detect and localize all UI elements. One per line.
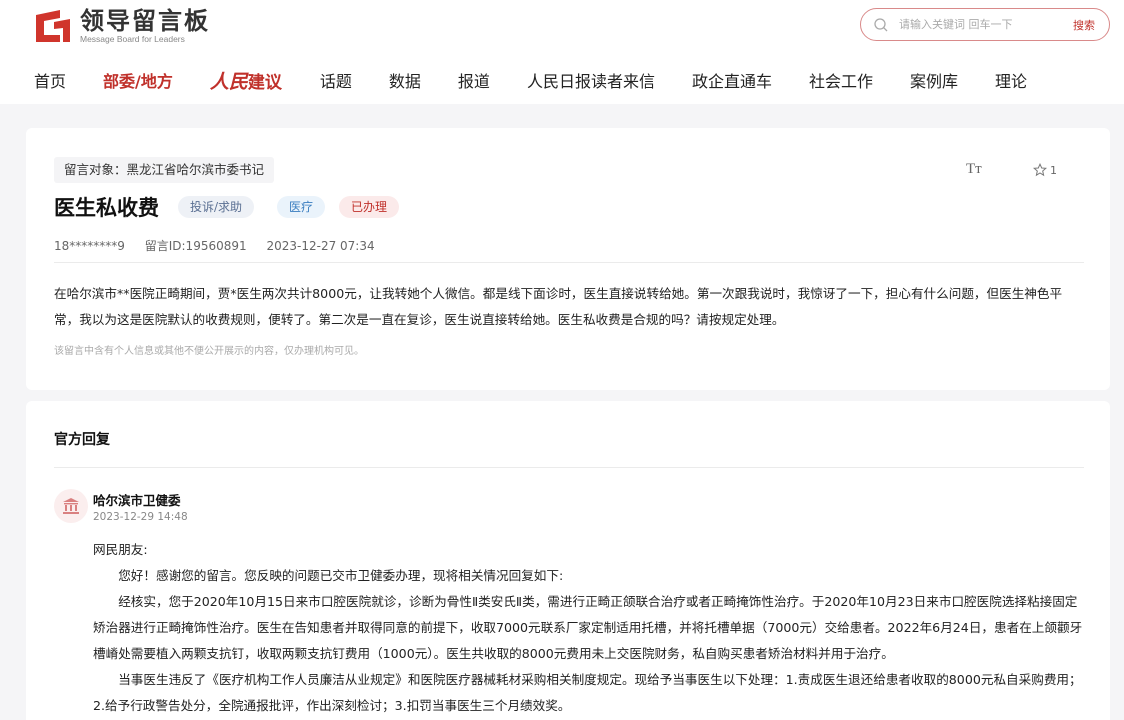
search-input[interactable] [899, 18, 1059, 31]
org-avatar [54, 489, 88, 523]
favorite-count: 1 [1050, 163, 1057, 177]
logo-subtitle: Message Board for Leaders [80, 34, 185, 44]
search-icon [874, 17, 888, 31]
nav-item-social-work[interactable]: 社会工作 [809, 68, 873, 92]
category-badge: 投诉/求助 [178, 196, 255, 218]
font-size-icon[interactable]: Tт [966, 161, 982, 178]
government-building-icon [63, 498, 79, 514]
search-button[interactable]: 搜索 [1073, 17, 1095, 33]
main-nav: 首页 部委/地方 人民建议 话题 数据 报道 人民日报读者来信 政企直通车 社会… [34, 66, 1027, 94]
nav-item-enterprise-express[interactable]: 政企直通车 [692, 68, 772, 92]
nav-item-people-suggestions-label: 建议 [247, 72, 282, 93]
message-id: 留言ID:19560891 [144, 239, 247, 253]
divider [54, 262, 1084, 263]
favorite-button[interactable]: 1 [1033, 163, 1057, 177]
nav-item-reports[interactable]: 报道 [458, 68, 490, 92]
nav-item-people-suggestions-script: 人民 [209, 70, 248, 93]
message-date: 2023-12-27 07:34 [266, 239, 375, 253]
domain-badge: 医疗 [277, 196, 326, 218]
message-meta: 18********9 留言ID:19560891 2023-12-27 07:… [54, 237, 391, 254]
nav-item-data[interactable]: 数据 [389, 68, 421, 92]
reply-paragraph: 当事医生违反了《医疗机构工作人员廉洁从业规定》和医院医疗器械耗材采购相关制度规定… [93, 672, 1082, 713]
nav-item-theory[interactable]: 理论 [995, 68, 1027, 92]
reply-time: 2023-12-29 14:48 [93, 511, 188, 523]
status-badge: 已办理 [339, 196, 400, 218]
star-icon [1033, 163, 1047, 177]
message-target: 留言对象：黑龙江省哈尔滨市委书记 [54, 157, 275, 183]
message-title: 医生私收费 [54, 196, 159, 220]
nav-item-case-library[interactable]: 案例库 [910, 68, 958, 92]
reply-paragraph: 经核实，您于2020年10月15日来市口腔医院就诊，诊断为骨性Ⅱ类安氏Ⅱ类，需进… [93, 594, 1083, 661]
nav-item-topics[interactable]: 话题 [320, 68, 352, 92]
message-card: 留言对象：黑龙江省哈尔滨市委书记 Tт 1 医生私收费 投诉/求助 医疗 已办理… [26, 128, 1110, 390]
logo-mark-icon [34, 9, 72, 43]
nav-item-ministries-local[interactable]: 部委/地方 [103, 68, 173, 92]
author-id: 18********9 [54, 239, 125, 253]
nav-item-people-suggestions[interactable]: 人民建议 [210, 67, 282, 94]
reply-body: 网民朋友: 您好！感谢您的留言。您反映的问题已交市卫健委办理，现将相关情况回复如… [93, 537, 1083, 719]
search-box: 搜索 [860, 8, 1110, 41]
reply-card: 官方回复 哈尔滨市卫健委 2023-12-29 14:48 网民朋友: 您好！感… [26, 401, 1110, 720]
privacy-note: 该留言中含有个人信息或其他不便公开展示的内容，仅办理机构可见。 [54, 346, 364, 357]
nav-item-home[interactable]: 首页 [34, 68, 66, 92]
site-logo[interactable]: 领导留言板 Message Board for Leaders [34, 8, 210, 44]
message-body: 在哈尔滨市**医院正畸期间，贾*医生两次共计8000元，让我转她个人微信。都是线… [54, 286, 1063, 327]
reply-org-name: 哈尔滨市卫健委 [93, 493, 181, 508]
logo-title: 领导留言板 [80, 7, 210, 35]
divider [54, 467, 1084, 468]
reply-greeting: 网民朋友: [93, 542, 148, 557]
reply-paragraph: 您好！感谢您的留言。您反映的问题已交市卫健委办理，现将相关情况回复如下: [118, 568, 564, 583]
site-header: 领导留言板 Message Board for Leaders 搜索 首页 部委… [0, 0, 1124, 104]
nav-item-readers-letters[interactable]: 人民日报读者来信 [527, 68, 655, 92]
reply-heading: 官方回复 [54, 432, 110, 448]
